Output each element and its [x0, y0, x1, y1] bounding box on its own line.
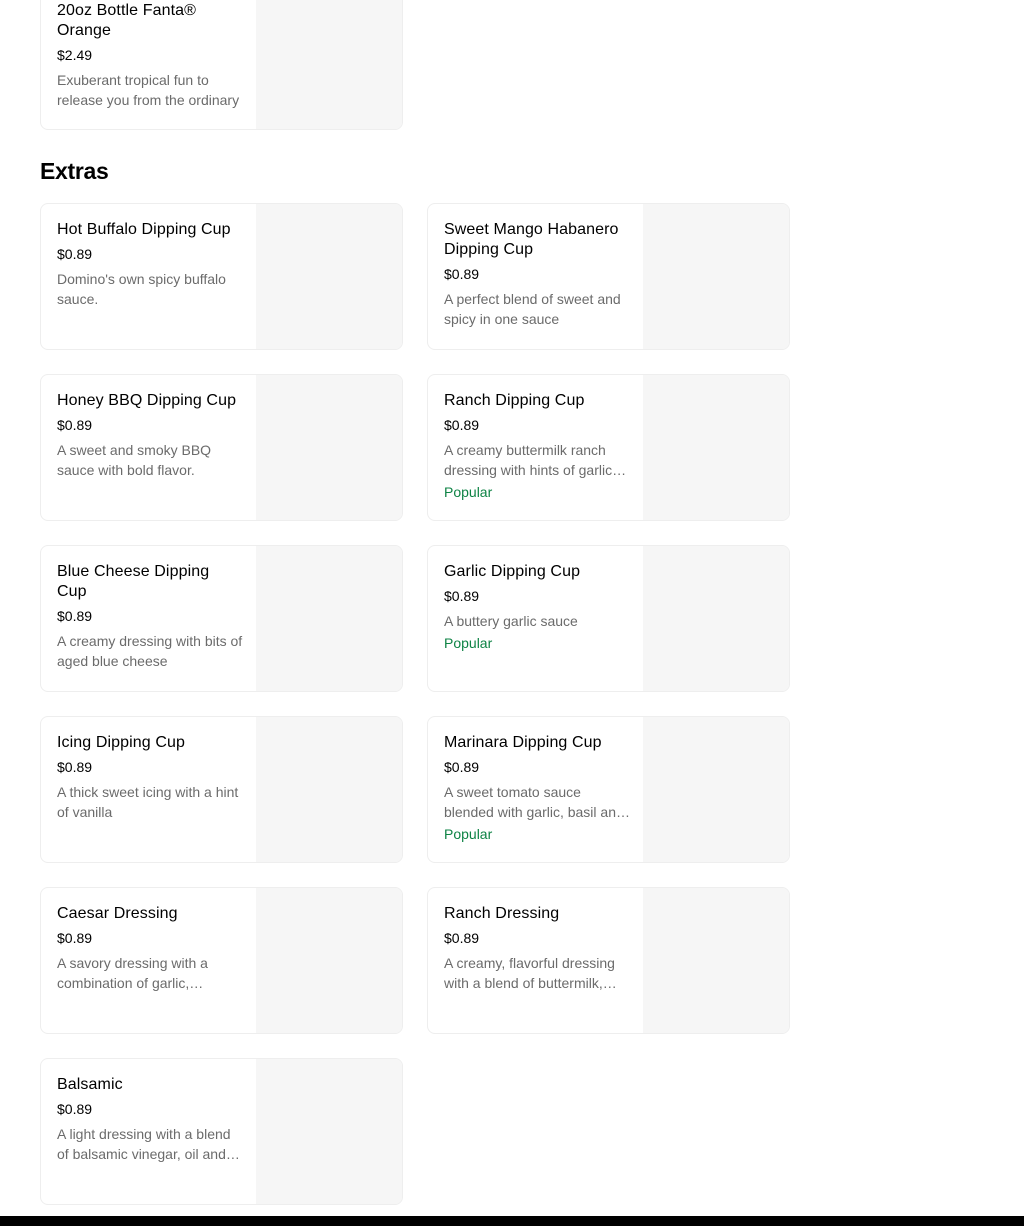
- menu-item-card[interactable]: Caesar Dressing $0.89 A savory dressing …: [40, 887, 403, 1034]
- menu-item-title: Ranch Dipping Cup: [444, 392, 585, 409]
- menu-item-image[interactable]: [643, 204, 789, 349]
- menu-item-description: A buttery garlic sauce: [444, 613, 578, 629]
- menu-item-info: Blue Cheese Dipping Cup $0.89 A creamy d…: [57, 562, 243, 671]
- menu-item-title: Blue Cheese Dipping Cup: [57, 563, 210, 600]
- menu-item-image[interactable]: [643, 546, 789, 691]
- menu-item-description: A thick sweet icing with a hint of vanil…: [57, 784, 239, 820]
- menu-item-info: Marinara Dipping Cup $0.89 A sweet tomat…: [444, 733, 630, 844]
- footer-bar: [0, 1216, 1024, 1226]
- menu-item-image[interactable]: [256, 717, 402, 862]
- menu-item-image[interactable]: [256, 375, 402, 520]
- menu-item-card[interactable]: Ranch Dipping Cup $0.89 A creamy butterm…: [427, 374, 790, 521]
- menu-item-price: $0.89: [57, 417, 93, 433]
- menu-item-info: Icing Dipping Cup $0.89 A thick sweet ic…: [57, 733, 243, 822]
- section-title-extras: Extras: [40, 158, 109, 184]
- menu-item-description: A perfect blend of sweet and spicy in on…: [444, 291, 621, 327]
- menu-item-description: A sweet and smoky BBQ sauce with bold fl…: [57, 442, 212, 478]
- menu-item-price: $0.89: [57, 608, 93, 624]
- menu-item-price: $0.89: [444, 266, 480, 282]
- menu-item-card[interactable]: Sweet Mango Habanero Dipping Cup $0.89 A…: [427, 203, 790, 350]
- menu-page: 20oz Bottle Fanta® Orange $2.49 Exuberan…: [0, 0, 1024, 1226]
- menu-item-info: Ranch Dressing $0.89 A creamy, flavorful…: [444, 904, 630, 993]
- menu-item-card[interactable]: Blue Cheese Dipping Cup $0.89 A creamy d…: [40, 545, 403, 692]
- menu-item-image[interactable]: [643, 888, 789, 1033]
- menu-item-card[interactable]: Icing Dipping Cup $0.89 A thick sweet ic…: [40, 716, 403, 863]
- menu-item-title: Balsamic: [57, 1076, 123, 1093]
- menu-item-description: A sweet tomato sauce blended with garlic…: [444, 784, 624, 820]
- menu-item-info: Garlic Dipping Cup $0.89 A buttery garli…: [444, 562, 630, 653]
- popular-badge: Popular: [444, 635, 493, 651]
- menu-item-info: Ranch Dipping Cup $0.89 A creamy butterm…: [444, 391, 630, 502]
- menu-item-price: $0.89: [57, 759, 93, 775]
- menu-item-card[interactable]: Hot Buffalo Dipping Cup $0.89 Domino's o…: [40, 203, 403, 350]
- menu-item-image[interactable]: [256, 0, 402, 129]
- menu-item-card[interactable]: Honey BBQ Dipping Cup $0.89 A sweet and …: [40, 374, 403, 521]
- menu-item-price: $0.89: [444, 759, 480, 775]
- menu-item-image[interactable]: [643, 375, 789, 520]
- menu-item-title: Marinara Dipping Cup: [444, 734, 602, 751]
- menu-item-info: Hot Buffalo Dipping Cup $0.89 Domino's o…: [57, 220, 243, 309]
- menu-item-title: Icing Dipping Cup: [57, 734, 185, 751]
- menu-item-title: Ranch Dressing: [444, 905, 560, 922]
- menu-item-info: Caesar Dressing $0.89 A savory dressing …: [57, 904, 243, 993]
- menu-item-info: Sweet Mango Habanero Dipping Cup $0.89 A…: [444, 220, 630, 329]
- menu-item-title: 20oz Bottle Fanta® Orange: [57, 2, 197, 39]
- menu-item-image[interactable]: [256, 204, 402, 349]
- menu-item-description: A creamy, flavorful dressing with a blen…: [444, 955, 615, 991]
- menu-item-price: $0.89: [57, 246, 93, 262]
- menu-item-price: $0.89: [444, 417, 480, 433]
- menu-item-title: Caesar Dressing: [57, 905, 178, 922]
- menu-item-card[interactable]: 20oz Bottle Fanta® Orange $2.49 Exuberan…: [40, 0, 403, 130]
- menu-item-info: Balsamic $0.89 A light dressing with a b…: [57, 1075, 243, 1164]
- menu-item-title: Sweet Mango Habanero Dipping Cup: [444, 221, 619, 258]
- menu-item-title: Hot Buffalo Dipping Cup: [57, 221, 231, 238]
- menu-item-card[interactable]: Marinara Dipping Cup $0.89 A sweet tomat…: [427, 716, 790, 863]
- menu-item-image[interactable]: [256, 888, 402, 1033]
- menu-item-info: 20oz Bottle Fanta® Orange $2.49 Exuberan…: [57, 1, 243, 110]
- menu-item-price: $0.89: [444, 930, 480, 946]
- menu-item-description: A savory dressing with a combination of …: [57, 955, 208, 991]
- menu-item-image[interactable]: [256, 546, 402, 691]
- menu-item-description: A creamy buttermilk ranch dressing with …: [444, 442, 613, 478]
- menu-item-card[interactable]: Garlic Dipping Cup $0.89 A buttery garli…: [427, 545, 790, 692]
- menu-item-price: $0.89: [57, 1101, 93, 1117]
- menu-item-card[interactable]: Balsamic $0.89 A light dressing with a b…: [40, 1058, 403, 1205]
- menu-item-description: Domino's own spicy buffalo sauce.: [57, 271, 226, 307]
- menu-item-price: $0.89: [57, 930, 93, 946]
- menu-item-title: Honey BBQ Dipping Cup: [57, 392, 237, 409]
- menu-item-image[interactable]: [643, 717, 789, 862]
- menu-item-price: $0.89: [444, 588, 480, 604]
- menu-item-description: A light dressing with a blend of balsami…: [57, 1126, 231, 1162]
- popular-badge: Popular: [444, 484, 493, 500]
- menu-item-title: Garlic Dipping Cup: [444, 563, 581, 580]
- popular-badge: Popular: [444, 826, 493, 842]
- menu-item-image[interactable]: [256, 1059, 402, 1204]
- menu-item-description: A creamy dressing with bits of aged blue…: [57, 633, 243, 669]
- menu-item-price: $2.49: [57, 47, 93, 63]
- menu-item-description: Exuberant tropical fun to release you fr…: [57, 72, 240, 108]
- menu-item-info: Honey BBQ Dipping Cup $0.89 A sweet and …: [57, 391, 243, 480]
- menu-item-card[interactable]: Ranch Dressing $0.89 A creamy, flavorful…: [427, 887, 790, 1034]
